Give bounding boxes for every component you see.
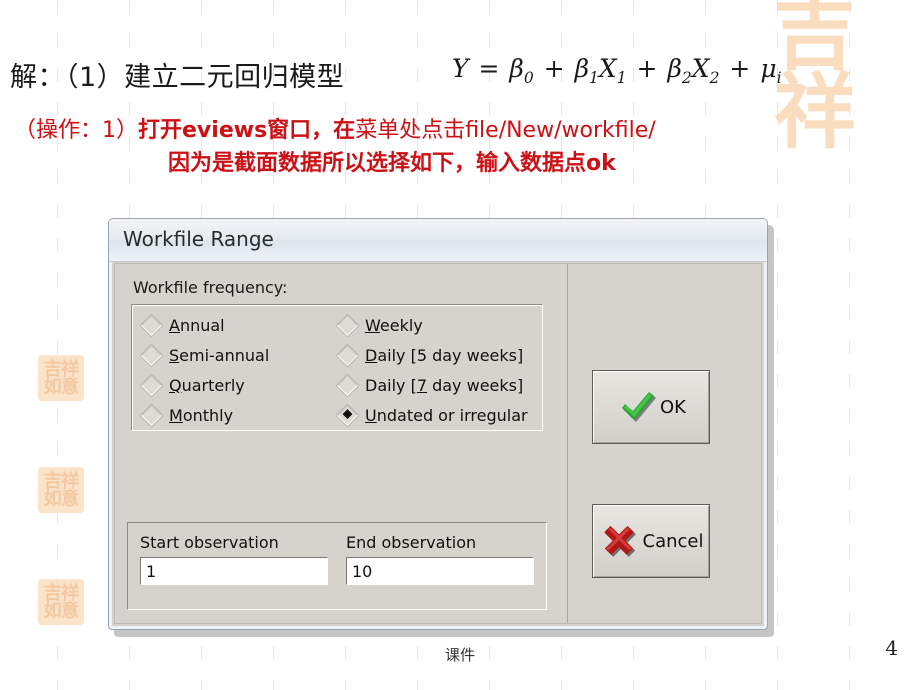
- frequency-option-monthly[interactable]: Monthly: [139, 401, 336, 429]
- frequency-option-label: Daily [5 day weeks]: [365, 345, 524, 365]
- formula-plus-3: +: [729, 54, 751, 83]
- frequency-option-label: Daily [7 day weeks]: [365, 375, 524, 395]
- frequency-option-label: Weekly: [365, 315, 423, 335]
- start-observation-input[interactable]: 1: [140, 557, 328, 585]
- seal-text: 吉祥如意: [43, 470, 79, 509]
- ok-button-label: OK: [660, 396, 686, 418]
- footer-note: 课件: [444, 646, 475, 664]
- frequency-option-daily-7-day-weeks[interactable]: Daily [7 day weeks]: [335, 371, 538, 399]
- cancel-button[interactable]: Cancel: [592, 504, 710, 578]
- instruction-bold-1: 打开: [138, 118, 183, 143]
- instruction-step-label: （操作：1）: [14, 118, 138, 143]
- radio-diamond-icon[interactable]: [335, 312, 360, 338]
- dialog-titlebar[interactable]: Workfile Range: [109, 219, 767, 262]
- radio-diamond-icon[interactable]: [335, 342, 360, 368]
- seal-text: 吉祥如意: [43, 582, 79, 621]
- frequency-option-annual[interactable]: Annual: [139, 311, 336, 339]
- guide-line: [57, 0, 58, 690]
- frequency-option-undated-or-irregular[interactable]: Undated or irregular: [335, 401, 538, 429]
- regression-formula: Y = β0 + β1X1 + β2X2 + μi: [452, 54, 782, 87]
- instruction-line-2: 因为是截面数据所以选择如下，输入数据点ok: [168, 145, 616, 177]
- formula-equals: =: [478, 54, 500, 83]
- guide-line: [849, 0, 850, 690]
- seal-watermark-3: 吉祥如意: [38, 579, 84, 625]
- page-number: 4: [885, 636, 898, 660]
- instruction-bold-2: 窗口，在: [267, 118, 356, 143]
- dialog-title: Workfile Range: [123, 227, 274, 251]
- radio-diamond-selected-icon[interactable]: [335, 402, 360, 428]
- frequency-option-label: Monthly: [169, 405, 234, 425]
- end-observation-input[interactable]: 10: [346, 557, 534, 585]
- frequency-option-label: Undated or irregular: [365, 405, 528, 425]
- frequency-option-semi-annual[interactable]: Semi-annual: [139, 341, 336, 369]
- frequency-option-label: Semi-annual: [169, 345, 270, 365]
- workfile-frequency-label: Workfile frequency:: [133, 278, 288, 297]
- green-check-icon: [616, 386, 658, 428]
- formula-plus-2: +: [636, 54, 658, 83]
- frequency-radio-grid: Annual Weekly Semi-annual Daily [5 day week…: [139, 311, 538, 429]
- formula-plus-1: +: [543, 54, 565, 83]
- formula-term-1: β0: [509, 54, 534, 87]
- formula-term-2: β1X1: [574, 54, 627, 87]
- dialog-body: Workfile frequency: Annual Weekly Semi-ann…: [114, 263, 762, 624]
- workfile-range-dialog: Workfile Range Workfile frequency: Annua…: [108, 218, 768, 630]
- workfile-frequency-groupbox: Annual Weekly Semi-annual Daily [5 day week…: [131, 304, 543, 431]
- red-cross-icon: [599, 520, 641, 562]
- observation-range-groupbox: Start observation 1 End observation 10: [127, 522, 547, 610]
- radio-diamond-icon[interactable]: [335, 372, 360, 398]
- seal-watermark-2: 吉祥如意: [38, 467, 84, 513]
- end-observation-label: End observation: [346, 533, 477, 552]
- radio-diamond-icon[interactable]: [139, 312, 164, 338]
- instruction-line-2-text: 因为是截面数据所以选择如下，输入数据点ok: [168, 151, 616, 176]
- instruction-line-1: （操作：1）打开eviews窗口，在菜单处点击file/New/workfile…: [14, 112, 656, 144]
- guide-line: [777, 0, 778, 690]
- ok-button[interactable]: OK: [592, 370, 710, 444]
- radio-diamond-icon[interactable]: [139, 372, 164, 398]
- dialog-right-pane: OK Cancel: [568, 264, 761, 623]
- seal-watermark-1: 吉祥如意: [38, 355, 84, 401]
- start-observation-label: Start observation: [140, 533, 279, 552]
- radio-diamond-icon[interactable]: [139, 342, 164, 368]
- frequency-option-label: Quarterly: [169, 375, 245, 395]
- frequency-option-daily-5-day-weeks[interactable]: Daily [5 day weeks]: [335, 341, 538, 369]
- frequency-option-label: Annual: [169, 315, 225, 335]
- instruction-menu-path: 菜单处点击file/New/workfile/: [355, 118, 656, 143]
- dialog-left-pane: Workfile frequency: Annual Weekly Semi-ann…: [115, 264, 568, 623]
- formula-lhs: Y: [452, 54, 469, 83]
- frequency-option-weekly[interactable]: Weekly: [335, 311, 538, 339]
- instruction-app-name: eviews: [182, 118, 268, 143]
- cancel-button-label: Cancel: [642, 530, 704, 552]
- frequency-option-quarterly[interactable]: Quarterly: [139, 371, 336, 399]
- formula-term-4: μi: [760, 54, 782, 87]
- end-observation-field: End observation 10: [346, 533, 534, 585]
- seal-text: 吉祥如意: [43, 358, 79, 397]
- slide-heading: 解：（1）建立二元回归模型: [10, 62, 345, 93]
- formula-term-3: β2X2: [667, 54, 720, 87]
- start-observation-field: Start observation 1: [140, 533, 328, 585]
- radio-diamond-icon[interactable]: [139, 402, 164, 428]
